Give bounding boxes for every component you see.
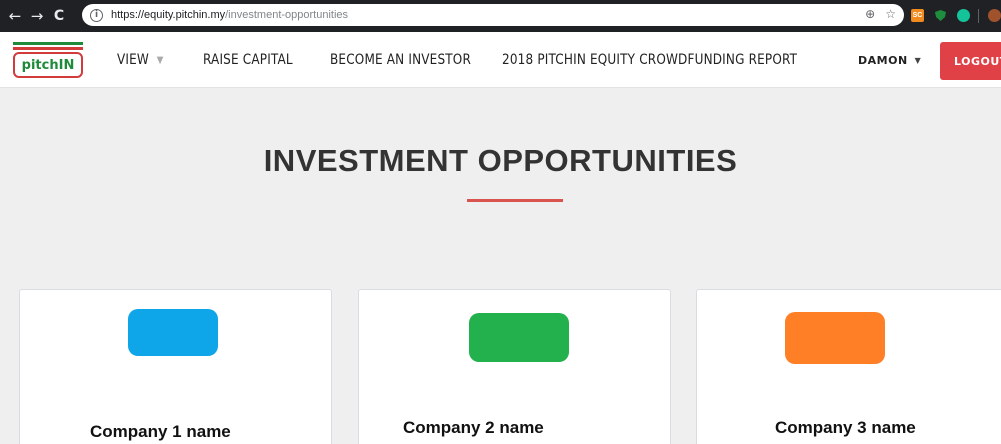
title-underline bbox=[467, 199, 563, 202]
nav-crowdfunding-report[interactable]: 2018 PITCHIN EQUITY CROWDFUNDING REPORT bbox=[502, 32, 797, 88]
company-card[interactable]: Company 1 name bbox=[19, 289, 332, 444]
company-name[interactable]: Company 3 name bbox=[775, 418, 916, 438]
bookmark-star-icon[interactable]: ☆ bbox=[885, 7, 896, 21]
chevron-down-icon: ▼ bbox=[914, 55, 922, 65]
toolbar-divider bbox=[978, 9, 979, 23]
logout-button[interactable]: LOGOUT bbox=[940, 42, 1001, 80]
logo-text: pitchIN bbox=[21, 57, 75, 73]
nav-raise-capital[interactable]: RAISE CAPITAL bbox=[203, 32, 293, 88]
nav-become-investor[interactable]: BECOME AN INVESTOR bbox=[330, 32, 471, 88]
logo-green-stripe bbox=[13, 42, 83, 45]
url-path: /investment-opportunities bbox=[225, 9, 349, 21]
chevron-down-icon: ▼ bbox=[156, 54, 164, 66]
zoom-icon[interactable]: ⊕ bbox=[865, 7, 875, 21]
grammarly-icon[interactable] bbox=[957, 9, 970, 22]
site-info-icon[interactable]: i bbox=[90, 8, 103, 22]
nav-view[interactable]: VIEW ▼ bbox=[117, 32, 164, 88]
company-name[interactable]: Company 2 name bbox=[403, 418, 544, 438]
pitchin-logo[interactable]: pitchIN bbox=[13, 42, 83, 82]
sc-extension-icon[interactable]: SC bbox=[911, 9, 924, 22]
nav-raise-capital-label: RAISE CAPITAL bbox=[203, 52, 293, 68]
address-bar[interactable]: i https://equity.pitchin.my/investment-o… bbox=[82, 4, 904, 26]
logo-red-stripe bbox=[13, 47, 83, 50]
browser-toolbar: ← → C i https://equity.pitchin.my/invest… bbox=[0, 0, 1001, 32]
user-menu[interactable]: DAMON ▼ bbox=[858, 32, 921, 88]
reload-icon[interactable]: C bbox=[48, 8, 70, 24]
company-name[interactable]: Company 1 name bbox=[90, 422, 231, 442]
page-title: INVESTMENT OPPORTUNITIES bbox=[263, 143, 738, 178]
forward-arrow-icon[interactable]: → bbox=[26, 7, 48, 25]
nav-become-investor-label: BECOME AN INVESTOR bbox=[330, 52, 471, 68]
company-logo bbox=[785, 312, 885, 364]
company-logo bbox=[128, 309, 218, 356]
profile-avatar-icon[interactable] bbox=[988, 9, 1001, 22]
shield-extension-icon[interactable] bbox=[934, 9, 947, 22]
company-card[interactable]: Company 3 name bbox=[696, 289, 1001, 444]
nav-view-label: VIEW bbox=[117, 52, 149, 68]
company-logo bbox=[469, 313, 569, 362]
url-text[interactable]: https://equity.pitchin.my/investment-opp… bbox=[111, 9, 348, 21]
user-name: DAMON bbox=[858, 53, 908, 67]
logo-box: pitchIN bbox=[13, 52, 83, 78]
nav-crowdfunding-report-label: 2018 PITCHIN EQUITY CROWDFUNDING REPORT bbox=[502, 52, 798, 68]
back-arrow-icon[interactable]: ← bbox=[4, 7, 26, 25]
site-header: pitchIN VIEW ▼ RAISE CAPITAL BECOME AN I… bbox=[0, 32, 1001, 88]
company-card[interactable]: Company 2 name bbox=[358, 289, 671, 444]
url-host: https://equity.pitchin.my bbox=[111, 9, 226, 21]
